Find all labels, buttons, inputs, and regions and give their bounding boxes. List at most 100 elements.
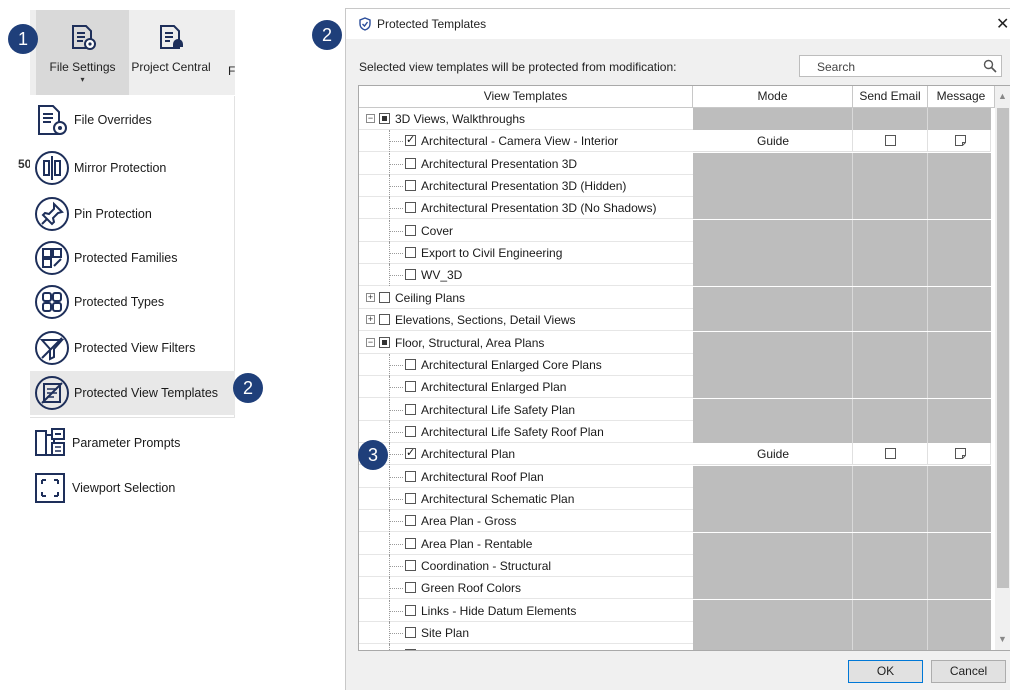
mode-value[interactable]: Guide xyxy=(693,447,853,461)
row-checkbox[interactable] xyxy=(405,604,416,616)
table-row[interactable]: Links - Hide Datum Elements xyxy=(359,599,995,622)
row-checkbox[interactable] xyxy=(405,403,416,415)
table-row[interactable]: Architectural Schematic Plan xyxy=(359,487,995,510)
table-row[interactable]: Area Plan - Rentable xyxy=(359,532,995,555)
menu-item-protected-types[interactable]: Protected Types xyxy=(30,280,235,324)
row-checkbox[interactable] xyxy=(405,649,416,650)
row-checkbox[interactable] xyxy=(405,269,416,281)
row-checkbox[interactable] xyxy=(405,537,416,549)
row-checkbox[interactable] xyxy=(405,180,416,192)
table-row[interactable]: − 3D Views, Walkthroughs xyxy=(359,108,995,130)
scrollbar-thumb[interactable] xyxy=(997,108,1009,588)
row-checkbox[interactable] xyxy=(405,224,416,236)
table-row[interactable]: Architectural Plan Guide xyxy=(359,443,995,466)
tree-line xyxy=(389,543,403,545)
column-header-message[interactable]: Message xyxy=(928,86,995,108)
collapse-icon[interactable]: − xyxy=(366,337,375,347)
mode-value[interactable]: Guide xyxy=(693,134,853,148)
mode-cell[interactable]: Guide xyxy=(693,443,853,466)
table-row[interactable]: Architectural Presentation 3D xyxy=(359,152,995,175)
row-name-cell: Architectural Life Safety Roof Plan xyxy=(359,420,693,443)
table-row[interactable]: Architectural Roof Plan xyxy=(359,465,995,488)
column-header-view-templates[interactable]: View Templates xyxy=(359,86,693,108)
expand-icon[interactable]: + xyxy=(366,292,375,302)
table-row[interactable]: Export to Civil Engineering xyxy=(359,242,995,265)
row-checkbox[interactable] xyxy=(405,358,416,370)
message-edit-icon[interactable] xyxy=(955,448,966,460)
table-row[interactable]: Architectural Enlarged Plan xyxy=(359,376,995,399)
send-email-cell[interactable] xyxy=(853,443,928,466)
scroll-up-icon[interactable]: ▲ xyxy=(998,91,1007,101)
row-checkbox[interactable] xyxy=(405,492,416,504)
table-row[interactable]: Site Plan xyxy=(359,622,995,645)
send-email-checkbox[interactable] xyxy=(885,135,896,147)
table-row[interactable]: Architectural - Camera View - Interior Gu… xyxy=(359,130,995,153)
table-row[interactable]: − Floor, Structural, Area Plans xyxy=(359,331,995,354)
table-row[interactable]: Architectural Life Safety Plan xyxy=(359,398,995,421)
search-input[interactable]: Search xyxy=(817,60,855,74)
table-row[interactable]: Architectural Enlarged Core Plans xyxy=(359,353,995,376)
file-settings-button[interactable]: File Settings ▾ xyxy=(36,10,129,95)
row-name-cell: Site Plan xyxy=(359,622,693,645)
send-email-cell xyxy=(853,242,928,265)
message-cell[interactable] xyxy=(928,443,991,466)
row-checkbox[interactable] xyxy=(405,627,416,639)
table-row[interactable]: Area Plan - Gross xyxy=(359,510,995,533)
table-row[interactable]: + Elevations, Sections, Detail Views xyxy=(359,309,995,332)
menu-item-pin-protection[interactable]: Pin Protection xyxy=(30,192,235,236)
message-cell[interactable] xyxy=(928,130,991,153)
chevron-down-icon[interactable]: ▾ xyxy=(80,75,84,84)
row-checkbox[interactable] xyxy=(405,582,416,594)
vertical-scrollbar[interactable]: ▲ ▼ xyxy=(995,86,1010,650)
search-icon[interactable] xyxy=(983,59,997,73)
expand-icon[interactable]: + xyxy=(366,315,375,325)
send-email-cell[interactable] xyxy=(853,130,928,153)
row-checkbox[interactable] xyxy=(405,381,416,393)
menu-item-protected-view-filters[interactable]: Protected View Filters xyxy=(30,326,235,370)
ok-button[interactable]: OK xyxy=(848,660,923,683)
menu-item-parameter-prompts[interactable]: Parameter Prompts xyxy=(32,423,180,463)
row-checkbox[interactable] xyxy=(379,336,390,348)
menu-item-protected-families[interactable]: Protected Families xyxy=(30,236,235,280)
table-row[interactable]: Architectural Presentation 3D (No Shadow… xyxy=(359,197,995,220)
row-checkbox[interactable] xyxy=(405,157,416,169)
collapse-icon[interactable]: − xyxy=(366,114,375,123)
table-row[interactable]: WV_3D xyxy=(359,264,995,287)
project-central-button[interactable]: Project Central xyxy=(126,10,216,95)
message-cell xyxy=(928,644,991,650)
column-header-send-email[interactable]: Send Email xyxy=(853,86,928,108)
menu-item-protected-view-templates[interactable]: Protected View Templates xyxy=(30,371,235,415)
row-checkbox[interactable] xyxy=(405,446,416,460)
row-checkbox[interactable] xyxy=(405,202,416,214)
menu-item-viewport-selection[interactable]: Viewport Selection xyxy=(32,468,175,508)
table-row[interactable]: Architectural Life Safety Roof Plan xyxy=(359,420,995,443)
row-checkbox[interactable] xyxy=(379,113,390,124)
message-cell xyxy=(928,599,991,622)
table-row[interactable]: Green Roof Colors xyxy=(359,577,995,600)
column-header-mode[interactable]: Mode xyxy=(693,86,853,108)
row-checkbox[interactable] xyxy=(379,314,390,326)
table-row[interactable]: Cover xyxy=(359,219,995,242)
row-checkbox[interactable] xyxy=(405,247,416,259)
table-row[interactable]: + Ceiling Plans xyxy=(359,286,995,309)
menu-item-mirror-protection[interactable]: Mirror Protection xyxy=(30,146,235,190)
row-name-cell: − 3D Views, Walkthroughs xyxy=(359,108,693,130)
row-checkbox[interactable] xyxy=(405,560,416,571)
row-checkbox[interactable] xyxy=(405,425,416,437)
table-row[interactable] xyxy=(359,644,995,650)
table-row[interactable]: Architectural Presentation 3D (Hidden) xyxy=(359,175,995,198)
row-checkbox[interactable] xyxy=(405,470,416,482)
table-row[interactable]: Coordination - Structural xyxy=(359,555,995,577)
tree-line xyxy=(389,644,390,650)
row-checkbox[interactable] xyxy=(379,291,390,303)
mode-cell[interactable]: Guide xyxy=(693,130,853,153)
row-checkbox[interactable] xyxy=(405,515,416,527)
scroll-down-icon[interactable]: ▼ xyxy=(998,634,1007,644)
cancel-button[interactable]: Cancel xyxy=(931,660,1006,683)
message-edit-icon[interactable] xyxy=(955,135,966,147)
send-email-checkbox[interactable] xyxy=(885,448,896,460)
search-box[interactable]: Search xyxy=(799,55,1002,77)
menu-item-file-overrides[interactable]: File Overrides xyxy=(30,98,235,142)
close-button[interactable]: ✕ xyxy=(996,14,1009,34)
row-checkbox[interactable] xyxy=(405,133,416,147)
